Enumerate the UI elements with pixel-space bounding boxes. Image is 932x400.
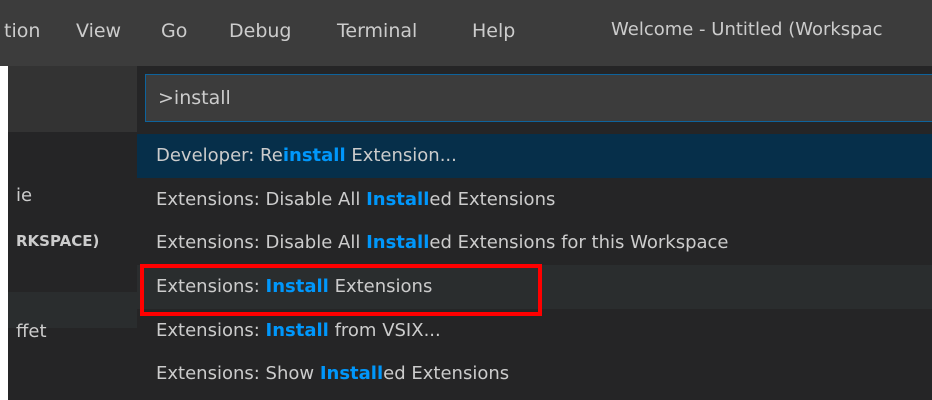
menu-help[interactable]: Help bbox=[472, 20, 515, 42]
command-item-suffix: ed Extensions bbox=[429, 188, 556, 210]
menu-view[interactable]: View bbox=[76, 20, 121, 42]
window-title: Welcome - Untitled (Workspac bbox=[611, 19, 883, 40]
command-item-match: install bbox=[282, 145, 346, 166]
command-item-prefix: Extensions: bbox=[156, 319, 266, 341]
command-input[interactable] bbox=[145, 74, 932, 122]
command-item-match: Install bbox=[366, 232, 430, 254]
command-item-prefix: Extensions: Show bbox=[156, 363, 320, 385]
sidebar-item-label[interactable]: ffet bbox=[16, 321, 47, 342]
command-item-suffix: from VSIX... bbox=[328, 319, 441, 341]
command-item-suffix: Extensions bbox=[328, 276, 433, 298]
menu-selection[interactable]: tion bbox=[4, 20, 40, 42]
command-item-match: Install bbox=[265, 276, 329, 298]
command-item-suffix: Extension... bbox=[345, 145, 457, 166]
command-item-match: Install bbox=[265, 319, 329, 341]
command-item-match: Install bbox=[319, 363, 384, 385]
command-item-match: Install bbox=[366, 188, 430, 210]
menu-bar: tion View Go Debug Terminal Help Welcome… bbox=[0, 0, 932, 66]
command-input-wrapper bbox=[145, 74, 932, 122]
sidebar: ie RKSPACE) ffet bbox=[8, 66, 137, 400]
command-item-install-from-vsix[interactable]: Extensions: Install from VSIX... bbox=[137, 309, 932, 353]
menu-debug[interactable]: Debug bbox=[229, 20, 291, 42]
command-item-reinstall-extension[interactable]: Developer: Reinstall Extension... bbox=[137, 134, 932, 178]
menu-terminal[interactable]: Terminal bbox=[337, 20, 417, 42]
command-item-prefix: Extensions: Disable All bbox=[156, 232, 367, 254]
command-item-disable-all-installed[interactable]: Extensions: Disable All Installed Extens… bbox=[137, 178, 932, 222]
sidebar-header bbox=[8, 66, 137, 132]
menu-go[interactable]: Go bbox=[161, 20, 187, 42]
sidebar-workspace-label[interactable]: RKSPACE) bbox=[16, 232, 99, 250]
command-palette: Developer: Reinstall Extension... Extens… bbox=[137, 66, 932, 400]
sidebar-item-label[interactable]: ie bbox=[16, 185, 32, 206]
command-item-show-installed[interactable]: Extensions: Show Installed Extensions bbox=[137, 352, 932, 396]
command-results-list: Developer: Reinstall Extension... Extens… bbox=[137, 134, 932, 396]
command-item-disable-all-installed-workspace[interactable]: Extensions: Disable All Installed Extens… bbox=[137, 221, 932, 265]
command-item-suffix: ed Extensions bbox=[383, 363, 510, 385]
command-item-prefix: Extensions: Disable All bbox=[156, 188, 367, 210]
command-item-prefix: Developer: Re bbox=[156, 145, 283, 166]
command-item-prefix: Extensions: bbox=[156, 276, 266, 298]
command-item-suffix: ed Extensions for this Workspace bbox=[429, 232, 729, 254]
command-item-install-extensions[interactable]: Extensions: Install Extensions bbox=[137, 265, 932, 309]
